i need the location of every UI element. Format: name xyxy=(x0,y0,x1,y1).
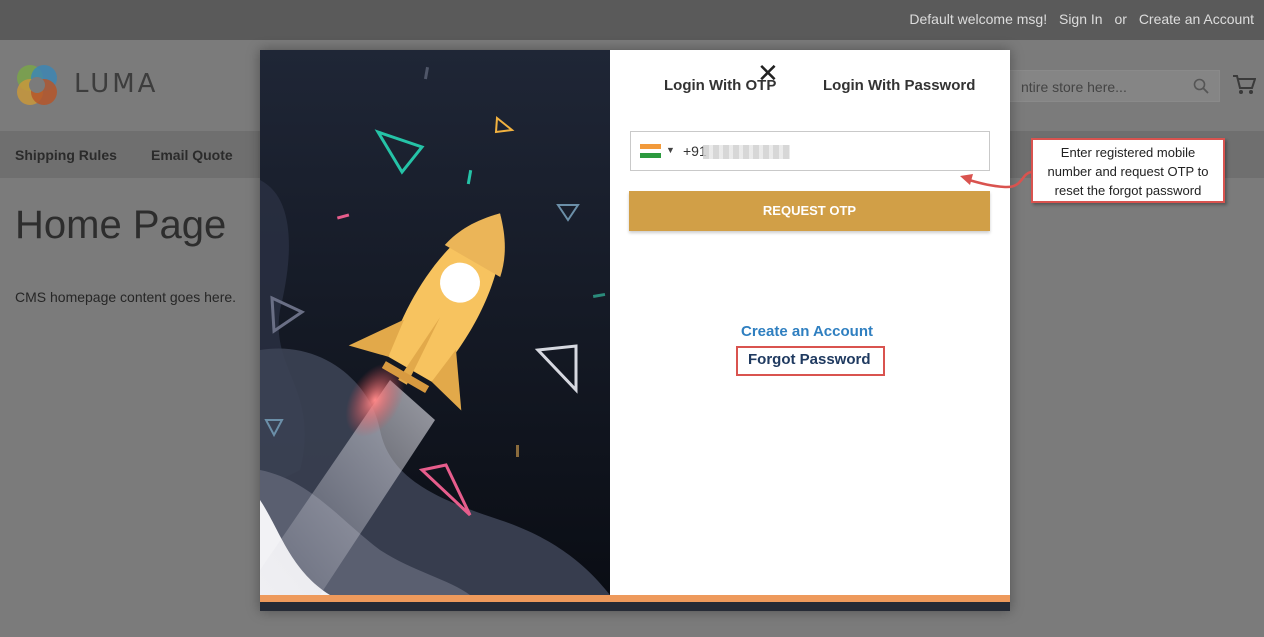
modal-footer-stripe xyxy=(260,595,1010,611)
mobile-number-field[interactable]: ▼ +91 xyxy=(630,131,990,171)
country-dropdown-icon[interactable]: ▼ xyxy=(666,145,675,155)
modal-footer-accent xyxy=(260,595,1010,602)
sign-in-link[interactable]: Sign In xyxy=(1059,11,1103,27)
india-flag-icon[interactable] xyxy=(640,144,661,158)
tab-login-with-otp[interactable]: Login With OTP xyxy=(664,77,776,94)
logo-text: LUMA xyxy=(74,69,159,99)
luma-logo-icon[interactable] xyxy=(14,62,60,108)
cms-content: CMS homepage content goes here. xyxy=(15,289,237,305)
create-account-header-link[interactable]: Create an Account xyxy=(1139,11,1254,27)
or-text: or xyxy=(1114,11,1127,27)
page-title: Home Page xyxy=(15,203,227,247)
annotation-callout: Enter registered mobile number and reque… xyxy=(1031,138,1225,203)
top-header-bar: Default welcome msg! Sign In or Create a… xyxy=(0,0,1264,40)
create-account-link[interactable]: Create an Account xyxy=(741,323,873,340)
callout-line-1: Enter registered mobile xyxy=(1060,145,1196,160)
welcome-message: Default welcome msg! xyxy=(909,11,1048,27)
request-otp-button[interactable]: REQUEST OTP xyxy=(629,191,990,231)
forgot-password-link[interactable]: Forgot Password xyxy=(748,351,871,368)
search-icon[interactable] xyxy=(1193,78,1209,94)
nav-item-email-quote[interactable]: Email Quote xyxy=(151,147,233,163)
annotation-arrow-icon xyxy=(960,170,1032,189)
cart-icon[interactable] xyxy=(1232,74,1256,96)
search-placeholder: ntire store here... xyxy=(1021,79,1127,95)
header-links: Default welcome msg! Sign In or Create a… xyxy=(901,11,1254,27)
callout-line-3: reset the forgot password xyxy=(1054,183,1202,198)
nav-item-shipping-rules[interactable]: Shipping Rules xyxy=(15,147,117,163)
search-input[interactable]: ntire store here... xyxy=(1002,70,1220,102)
callout-line-2: number and request OTP to xyxy=(1047,164,1209,179)
masked-phone-number xyxy=(703,145,790,159)
tab-login-with-password[interactable]: Login With Password xyxy=(823,77,975,94)
rocket-illustration xyxy=(260,50,610,595)
